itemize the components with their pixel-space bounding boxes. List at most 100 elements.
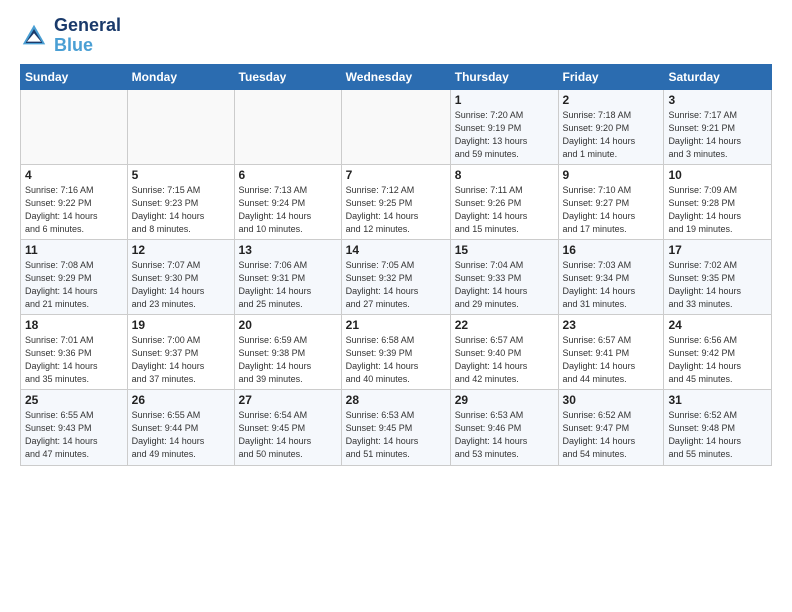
day-info: Sunrise: 7:03 AM Sunset: 9:34 PM Dayligh… <box>563 259 660 311</box>
day-cell: 22 Sunrise: 6:57 AM Sunset: 9:40 PM Dayli… <box>450 315 558 390</box>
day-number: 2 <box>563 93 660 107</box>
week-row-1: 1Sunrise: 7:20 AM Sunset: 9:19 PM Daylig… <box>21 89 772 164</box>
day-number: 10 <box>668 168 767 182</box>
day-cell: 8 Sunrise: 7:11 AM Sunset: 9:26 PM Daylig… <box>450 164 558 239</box>
day-info: Sunrise: 7:15 AM Sunset: 9:23 PM Dayligh… <box>132 184 230 236</box>
header-row: SundayMondayTuesdayWednesdayThursdayFrid… <box>21 64 772 89</box>
day-cell: 20 Sunrise: 6:59 AM Sunset: 9:38 PM Dayli… <box>234 315 341 390</box>
header-cell-friday: Friday <box>558 64 664 89</box>
day-cell <box>341 89 450 164</box>
day-number: 12 <box>132 243 230 257</box>
week-row-4: 18 Sunrise: 7:01 AM Sunset: 9:36 PM Dayli… <box>21 315 772 390</box>
day-info: Sunrise: 7:18 AM Sunset: 9:20 PM Dayligh… <box>563 109 660 161</box>
day-cell: 1Sunrise: 7:20 AM Sunset: 9:19 PM Daylig… <box>450 89 558 164</box>
day-info: Sunrise: 7:08 AM Sunset: 9:29 PM Dayligh… <box>25 259 123 311</box>
day-number: 9 <box>563 168 660 182</box>
day-cell: 25 Sunrise: 6:55 AM Sunset: 9:43 PM Dayli… <box>21 390 128 465</box>
day-info: Sunrise: 6:58 AM Sunset: 9:39 PM Dayligh… <box>346 334 446 386</box>
day-number: 31 <box>668 393 767 407</box>
day-cell: 31 Sunrise: 6:52 AM Sunset: 9:48 PM Dayli… <box>664 390 772 465</box>
day-info: Sunrise: 6:55 AM Sunset: 9:44 PM Dayligh… <box>132 409 230 461</box>
day-cell: 29 Sunrise: 6:53 AM Sunset: 9:46 PM Dayli… <box>450 390 558 465</box>
header-cell-saturday: Saturday <box>664 64 772 89</box>
day-cell: 15 Sunrise: 7:04 AM Sunset: 9:33 PM Dayli… <box>450 239 558 314</box>
day-cell <box>127 89 234 164</box>
header-cell-thursday: Thursday <box>450 64 558 89</box>
day-number: 3 <box>668 93 767 107</box>
day-number: 28 <box>346 393 446 407</box>
day-info: Sunrise: 6:52 AM Sunset: 9:48 PM Dayligh… <box>668 409 767 461</box>
day-number: 20 <box>239 318 337 332</box>
day-info: Sunrise: 6:59 AM Sunset: 9:38 PM Dayligh… <box>239 334 337 386</box>
logo-icon <box>20 22 48 50</box>
day-info: Sunrise: 7:20 AM Sunset: 9:19 PM Dayligh… <box>455 109 554 161</box>
day-info: Sunrise: 7:13 AM Sunset: 9:24 PM Dayligh… <box>239 184 337 236</box>
day-cell <box>234 89 341 164</box>
day-number: 19 <box>132 318 230 332</box>
logo-text: General Blue <box>54 16 121 56</box>
day-number: 25 <box>25 393 123 407</box>
day-number: 23 <box>563 318 660 332</box>
header-cell-tuesday: Tuesday <box>234 64 341 89</box>
day-number: 11 <box>25 243 123 257</box>
header-cell-monday: Monday <box>127 64 234 89</box>
day-number: 30 <box>563 393 660 407</box>
day-info: Sunrise: 7:01 AM Sunset: 9:36 PM Dayligh… <box>25 334 123 386</box>
day-number: 27 <box>239 393 337 407</box>
day-info: Sunrise: 7:00 AM Sunset: 9:37 PM Dayligh… <box>132 334 230 386</box>
day-number: 7 <box>346 168 446 182</box>
day-cell: 18 Sunrise: 7:01 AM Sunset: 9:36 PM Dayli… <box>21 315 128 390</box>
day-number: 8 <box>455 168 554 182</box>
day-number: 4 <box>25 168 123 182</box>
week-row-2: 4 Sunrise: 7:16 AM Sunset: 9:22 PM Daylig… <box>21 164 772 239</box>
day-number: 15 <box>455 243 554 257</box>
week-row-5: 25 Sunrise: 6:55 AM Sunset: 9:43 PM Dayli… <box>21 390 772 465</box>
day-info: Sunrise: 6:53 AM Sunset: 9:46 PM Dayligh… <box>455 409 554 461</box>
day-cell: 12 Sunrise: 7:07 AM Sunset: 9:30 PM Dayli… <box>127 239 234 314</box>
day-cell: 26 Sunrise: 6:55 AM Sunset: 9:44 PM Dayli… <box>127 390 234 465</box>
day-cell: 2 Sunrise: 7:18 AM Sunset: 9:20 PM Daylig… <box>558 89 664 164</box>
day-cell: 10 Sunrise: 7:09 AM Sunset: 9:28 PM Dayli… <box>664 164 772 239</box>
day-number: 5 <box>132 168 230 182</box>
day-info: Sunrise: 7:07 AM Sunset: 9:30 PM Dayligh… <box>132 259 230 311</box>
day-number: 29 <box>455 393 554 407</box>
day-number: 16 <box>563 243 660 257</box>
day-cell: 21 Sunrise: 6:58 AM Sunset: 9:39 PM Dayli… <box>341 315 450 390</box>
day-cell: 30 Sunrise: 6:52 AM Sunset: 9:47 PM Dayli… <box>558 390 664 465</box>
day-info: Sunrise: 7:16 AM Sunset: 9:22 PM Dayligh… <box>25 184 123 236</box>
logo: General Blue <box>20 16 121 56</box>
day-cell: 6 Sunrise: 7:13 AM Sunset: 9:24 PM Daylig… <box>234 164 341 239</box>
day-number: 17 <box>668 243 767 257</box>
day-cell: 9 Sunrise: 7:10 AM Sunset: 9:27 PM Daylig… <box>558 164 664 239</box>
day-info: Sunrise: 6:55 AM Sunset: 9:43 PM Dayligh… <box>25 409 123 461</box>
day-cell: 14 Sunrise: 7:05 AM Sunset: 9:32 PM Dayli… <box>341 239 450 314</box>
day-number: 6 <box>239 168 337 182</box>
day-cell: 16 Sunrise: 7:03 AM Sunset: 9:34 PM Dayli… <box>558 239 664 314</box>
day-info: Sunrise: 7:04 AM Sunset: 9:33 PM Dayligh… <box>455 259 554 311</box>
day-number: 18 <box>25 318 123 332</box>
day-cell: 19 Sunrise: 7:00 AM Sunset: 9:37 PM Dayli… <box>127 315 234 390</box>
day-info: Sunrise: 6:57 AM Sunset: 9:41 PM Dayligh… <box>563 334 660 386</box>
day-number: 24 <box>668 318 767 332</box>
week-row-3: 11 Sunrise: 7:08 AM Sunset: 9:29 PM Dayli… <box>21 239 772 314</box>
day-info: Sunrise: 7:11 AM Sunset: 9:26 PM Dayligh… <box>455 184 554 236</box>
day-cell: 3 Sunrise: 7:17 AM Sunset: 9:21 PM Daylig… <box>664 89 772 164</box>
header-cell-wednesday: Wednesday <box>341 64 450 89</box>
day-number: 21 <box>346 318 446 332</box>
day-cell: 11 Sunrise: 7:08 AM Sunset: 9:29 PM Dayli… <box>21 239 128 314</box>
day-cell: 23 Sunrise: 6:57 AM Sunset: 9:41 PM Dayli… <box>558 315 664 390</box>
day-number: 14 <box>346 243 446 257</box>
day-info: Sunrise: 7:10 AM Sunset: 9:27 PM Dayligh… <box>563 184 660 236</box>
day-cell: 4 Sunrise: 7:16 AM Sunset: 9:22 PM Daylig… <box>21 164 128 239</box>
day-info: Sunrise: 7:09 AM Sunset: 9:28 PM Dayligh… <box>668 184 767 236</box>
day-number: 22 <box>455 318 554 332</box>
page: General Blue SundayMondayTuesdayWednesda… <box>0 0 792 476</box>
day-info: Sunrise: 7:17 AM Sunset: 9:21 PM Dayligh… <box>668 109 767 161</box>
day-cell: 7Sunrise: 7:12 AM Sunset: 9:25 PM Daylig… <box>341 164 450 239</box>
day-info: Sunrise: 6:57 AM Sunset: 9:40 PM Dayligh… <box>455 334 554 386</box>
day-info: Sunrise: 6:52 AM Sunset: 9:47 PM Dayligh… <box>563 409 660 461</box>
day-number: 26 <box>132 393 230 407</box>
day-info: Sunrise: 6:53 AM Sunset: 9:45 PM Dayligh… <box>346 409 446 461</box>
day-info: Sunrise: 7:05 AM Sunset: 9:32 PM Dayligh… <box>346 259 446 311</box>
day-info: Sunrise: 7:02 AM Sunset: 9:35 PM Dayligh… <box>668 259 767 311</box>
